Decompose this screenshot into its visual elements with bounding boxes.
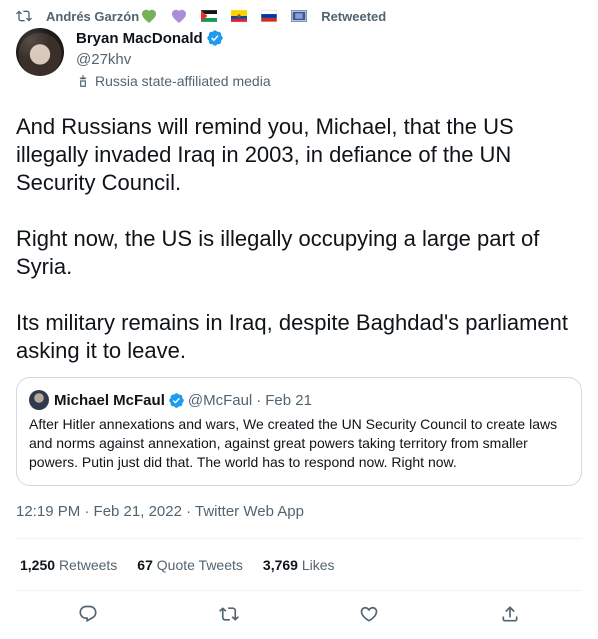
- tweet-text: And Russians will remind you, Michael, t…: [16, 113, 582, 365]
- quote-tweets-stat[interactable]: 67 Quote Tweets: [137, 557, 243, 573]
- like-icon: [360, 606, 378, 622]
- quoted-author-handle: @McFaul: [187, 391, 253, 409]
- retweets-stat[interactable]: 1,250 Retweets: [20, 557, 117, 573]
- russia-flag-icon: [261, 9, 278, 23]
- quoted-author-avatar: [29, 390, 49, 410]
- quote-tweets-count: 67: [137, 557, 153, 573]
- engagement-stats: 1,250 Retweets 67 Quote Tweets 3,769 Lik…: [20, 557, 355, 573]
- emoji-strip: [141, 8, 321, 24]
- action-bar: [0, 601, 598, 627]
- share-button[interactable]: [497, 601, 523, 627]
- tweet-timestamp[interactable]: 12:19 PM · Feb 21, 2022 · Twitter Web Ap…: [16, 503, 304, 520]
- likes-count: 3,769: [262, 557, 298, 573]
- author-handle[interactable]: @27khv: [76, 50, 224, 70]
- quoted-tweet[interactable]: Michael McFaul @McFaul · Feb 21 After Hi…: [16, 377, 582, 486]
- like-button[interactable]: [356, 601, 382, 627]
- retweeter-name[interactable]: Andrés Garzón: [46, 9, 139, 24]
- tweet-paragraph: Its military remains in Iraq, despite Ba…: [16, 310, 569, 363]
- palestine-flag-icon: [201, 10, 218, 22]
- divider: [16, 538, 582, 539]
- verified-badge-icon: [169, 392, 184, 408]
- retweet-icon: [16, 10, 32, 22]
- verified-badge-icon: [207, 30, 223, 46]
- quoted-author-name: Michael McFaul: [54, 391, 165, 409]
- tweet-paragraph: And Russians will remind you, Michael, t…: [16, 114, 514, 195]
- purple-heart-icon: [172, 9, 187, 23]
- podium-icon: [79, 75, 87, 87]
- likes-label: Likes: [301, 557, 335, 573]
- tweet-paragraph: Right now, the US is illegally occupying…: [16, 226, 540, 279]
- meta-separator: ·: [256, 391, 262, 409]
- quote-tweets-label: Quote Tweets: [156, 557, 243, 573]
- green-heart-icon: [142, 9, 157, 23]
- quoted-text: After Hitler annexations and wars, We cr…: [29, 416, 558, 470]
- share-icon: [502, 606, 518, 622]
- state-media-label[interactable]: Russia state-affiliated media: [76, 73, 271, 89]
- reply-icon: [79, 605, 97, 623]
- author-avatar[interactable]: [16, 28, 64, 76]
- ecuador-flag-icon: [231, 10, 248, 22]
- flag-icon: [291, 10, 308, 22]
- retweet-button[interactable]: [216, 601, 242, 627]
- quoted-date: Feb 21: [265, 391, 312, 409]
- likes-stat[interactable]: 3,769 Likes: [263, 557, 335, 573]
- divider: [16, 590, 582, 591]
- reply-button[interactable]: [75, 601, 101, 627]
- retweet-context[interactable]: Andrés Garzón Retweeted: [16, 7, 386, 25]
- author-block: Bryan MacDonald @27khv: [76, 28, 224, 70]
- retweets-count: 1,250: [20, 557, 56, 573]
- retweet-icon: [219, 607, 239, 621]
- state-media-label-text: Russia state-affiliated media: [95, 73, 271, 89]
- retweets-label: Retweets: [58, 557, 118, 573]
- author-name[interactable]: Bryan MacDonald: [76, 30, 203, 47]
- retweeted-suffix: Retweeted: [321, 8, 387, 24]
